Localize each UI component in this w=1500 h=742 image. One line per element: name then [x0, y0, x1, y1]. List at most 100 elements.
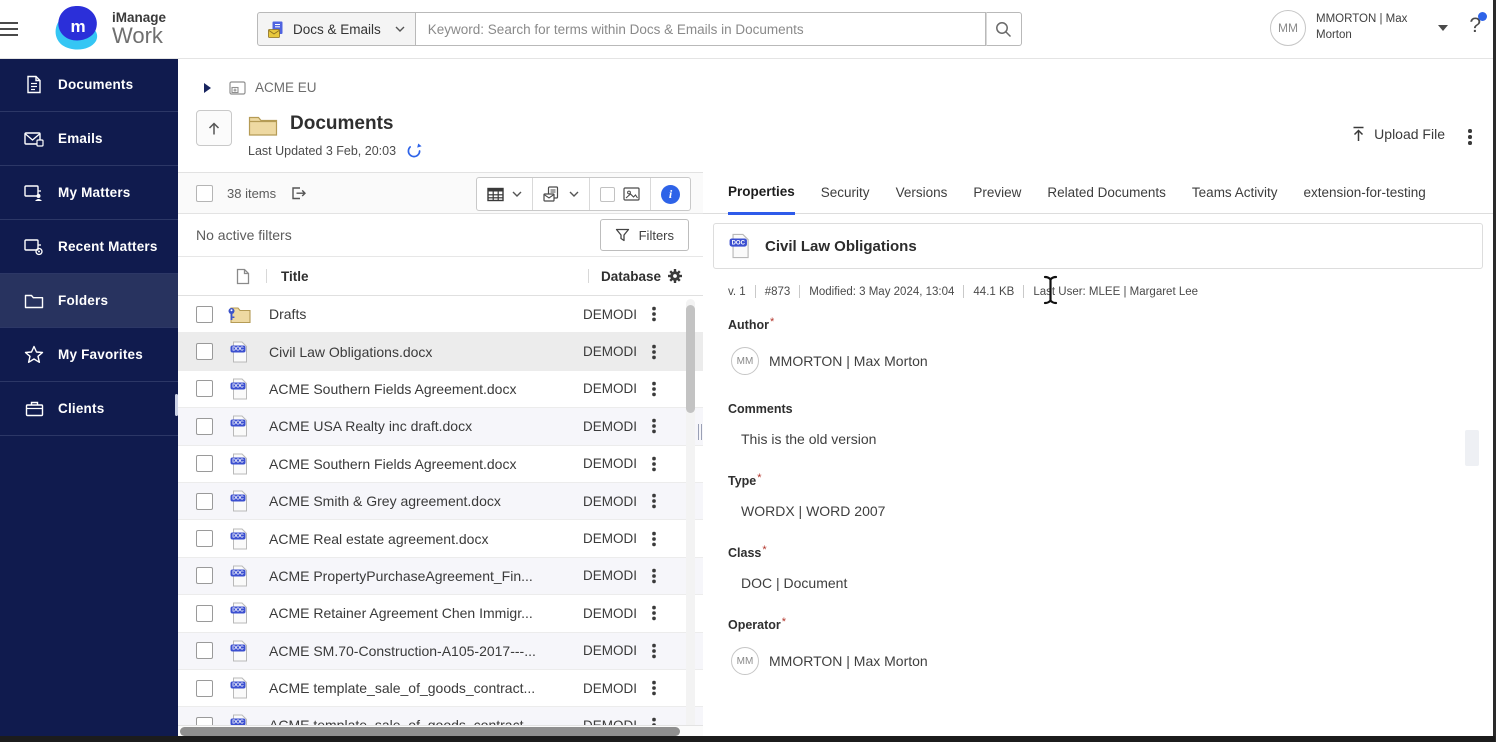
- sidebar-item-folders[interactable]: Folders: [0, 274, 178, 328]
- navigate-up-button[interactable]: [196, 110, 232, 146]
- row-menu-button[interactable]: [648, 306, 661, 322]
- row-menu-button[interactable]: [648, 381, 661, 397]
- row-title[interactable]: ACME Southern Fields Agreement.docx: [269, 456, 561, 472]
- row-database: DEMODI: [583, 344, 637, 360]
- table-row[interactable]: DOC ACME Southern Fields Agreement.docx …: [178, 445, 703, 483]
- required-asterisk: *: [757, 472, 762, 484]
- user-menu-caret-icon[interactable]: [1438, 25, 1448, 31]
- row-title[interactable]: Civil Law Obligations.docx: [269, 344, 561, 360]
- preview-toggle[interactable]: [590, 178, 651, 210]
- upload-file-button[interactable]: Upload File: [1351, 126, 1445, 142]
- tab-extension-for-testing[interactable]: extension-for-testing: [1303, 172, 1425, 213]
- panel-resize-handle[interactable]: [698, 424, 708, 440]
- row-menu-button[interactable]: [648, 493, 661, 509]
- table-row[interactable]: DOC Civil Law Obligations.docx DEMODI: [178, 333, 703, 371]
- row-title[interactable]: ACME Smith & Grey agreement.docx: [269, 493, 561, 509]
- field-label: Comments: [728, 402, 793, 416]
- doc-email-view-dropdown[interactable]: [533, 178, 590, 210]
- table-view-dropdown[interactable]: [477, 178, 533, 210]
- row-checkbox[interactable]: [196, 642, 213, 660]
- scrollbar-thumb[interactable]: [180, 727, 680, 736]
- table-row[interactable]: DOC ACME Retainer Agreement Chen Immigr.…: [178, 595, 703, 633]
- row-title[interactable]: ACME template_sale_of_goods_contract...: [269, 680, 561, 696]
- row-checkbox[interactable]: [196, 343, 213, 361]
- table-row[interactable]: DOC ACME USA Realty inc draft.docx DEMOD…: [178, 408, 703, 446]
- row-checkbox[interactable]: [196, 455, 213, 473]
- sidebar-item-emails[interactable]: Emails: [0, 112, 178, 166]
- doc-type-column-icon[interactable]: [236, 268, 250, 285]
- row-checkbox[interactable]: [196, 530, 213, 548]
- row-title[interactable]: ACME Real estate agreement.docx: [269, 531, 561, 547]
- row-menu-button[interactable]: [648, 568, 661, 584]
- sidebar-scrollbar[interactable]: [175, 394, 178, 416]
- export-icon[interactable]: [290, 185, 307, 201]
- tab-preview[interactable]: Preview: [973, 172, 1021, 213]
- row-checkbox[interactable]: [196, 380, 213, 398]
- header-more-menu-button[interactable]: [1463, 128, 1477, 146]
- row-title[interactable]: ACME PropertyPurchaseAgreement_Fin...: [269, 568, 561, 584]
- row-menu-button[interactable]: [648, 605, 661, 621]
- scrollbar-thumb[interactable]: [686, 305, 695, 413]
- refresh-icon[interactable]: [406, 143, 422, 159]
- row-database: DEMODI: [583, 568, 637, 584]
- list-vertical-scrollbar[interactable]: [686, 299, 695, 729]
- table-row[interactable]: DOC ACME SM.70-Construction-A105-2017---…: [178, 632, 703, 670]
- field-label: Type: [728, 474, 757, 488]
- select-all-checkbox[interactable]: [196, 184, 213, 202]
- tab-properties[interactable]: Properties: [728, 172, 795, 215]
- column-settings-gear-icon[interactable]: [667, 268, 683, 284]
- row-menu-button[interactable]: [648, 418, 661, 434]
- row-menu-button[interactable]: [648, 680, 661, 696]
- row-menu-button[interactable]: [648, 643, 661, 659]
- filters-button[interactable]: Filters: [599, 219, 689, 251]
- row-checkbox[interactable]: [196, 567, 213, 585]
- column-header-database[interactable]: Database: [601, 269, 661, 284]
- row-title[interactable]: ACME USA Realty inc draft.docx: [269, 418, 561, 434]
- breadcrumb-label[interactable]: ACME EU: [255, 80, 317, 95]
- user-menu[interactable]: MM MMORTON | Max Morton: [1270, 10, 1448, 46]
- tab-security[interactable]: Security: [821, 172, 870, 213]
- help-button[interactable]: ?: [1469, 12, 1487, 38]
- sidebar-item-my-matters[interactable]: My Matters: [0, 166, 178, 220]
- sidebar-item-clients[interactable]: Clients: [0, 382, 178, 436]
- row-checkbox[interactable]: [196, 492, 213, 510]
- sidebar-item-recent-matters[interactable]: Recent Matters: [0, 220, 178, 274]
- row-title[interactable]: ACME SM.70-Construction-A105-2017---...: [269, 643, 561, 659]
- row-checkbox[interactable]: [196, 417, 213, 435]
- row-title[interactable]: ACME Southern Fields Agreement.docx: [269, 381, 561, 397]
- row-title[interactable]: Drafts: [269, 306, 561, 322]
- tab-related-documents[interactable]: Related Documents: [1047, 172, 1166, 213]
- table-row[interactable]: DOC ACME PropertyPurchaseAgreement_Fin..…: [178, 557, 703, 596]
- row-checkbox[interactable]: [196, 604, 213, 622]
- star-icon: [24, 345, 44, 365]
- sidebar-item-documents[interactable]: Documents: [0, 58, 178, 112]
- field-class: Class* DOC | Document: [728, 544, 1493, 591]
- document-title: Civil Law Obligations: [765, 237, 917, 255]
- row-menu-button[interactable]: [648, 343, 661, 359]
- expand-caret-icon[interactable]: [204, 82, 211, 93]
- sidebar-item-my-favorites[interactable]: My Favorites: [0, 328, 178, 382]
- row-checkbox[interactable]: [196, 305, 213, 323]
- row-menu-button[interactable]: [648, 530, 661, 546]
- panel-scrollbar-thumb[interactable]: [1465, 430, 1479, 466]
- row-menu-button[interactable]: [648, 456, 661, 472]
- tab-versions[interactable]: Versions: [896, 172, 948, 213]
- table-row[interactable]: DOC ACME Southern Fields Agreement.docx …: [178, 370, 703, 409]
- table-row[interactable]: DOC ACME Smith & Grey agreement.docx DEM…: [178, 482, 703, 521]
- search-input[interactable]: [415, 12, 986, 46]
- search-button[interactable]: [985, 12, 1022, 46]
- table-row[interactable]: DOC ACME Real estate agreement.docx DEMO…: [178, 520, 703, 558]
- row-checkbox[interactable]: [196, 679, 213, 697]
- hamburger-menu-icon[interactable]: [0, 18, 18, 36]
- search-scope-dropdown[interactable]: Docs & Emails: [257, 12, 416, 46]
- column-header-title[interactable]: Title: [281, 269, 309, 284]
- tab-teams-activity[interactable]: Teams Activity: [1192, 172, 1278, 213]
- preview-checkbox[interactable]: [600, 186, 615, 202]
- info-toggle[interactable]: i: [651, 178, 690, 210]
- doc-file-icon: DOC: [227, 565, 251, 587]
- docs-emails-icon: [268, 21, 283, 38]
- table-row[interactable]: DOC ACME template_sale_of_goods_contract…: [178, 669, 703, 708]
- funnel-icon: [615, 228, 629, 242]
- table-row[interactable]: Drafts DEMODI: [178, 296, 703, 334]
- row-title[interactable]: ACME Retainer Agreement Chen Immigr...: [269, 605, 561, 621]
